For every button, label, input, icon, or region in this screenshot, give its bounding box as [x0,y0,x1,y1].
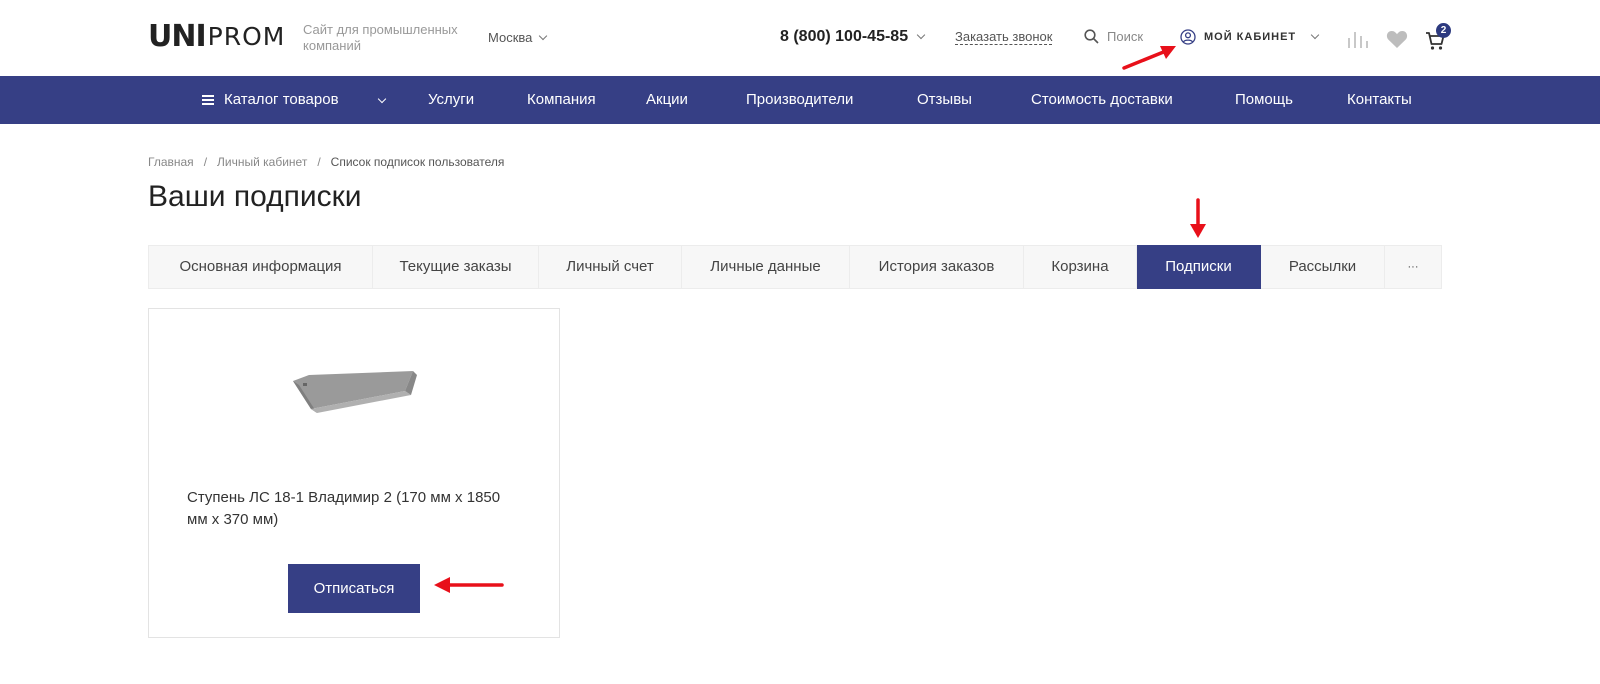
page-title: Ваши подписки [148,180,362,213]
tab-main-info[interactable]: Основная информация [149,246,373,288]
annotation-arrow-subscriptions-tab [1190,198,1206,238]
breadcrumb-separator: / [317,155,321,169]
nav-item-company[interactable]: Компания [527,76,596,124]
chevron-down-icon [1310,30,1320,40]
unsubscribe-button[interactable]: Отписаться [288,564,420,613]
tab-order-history[interactable]: История заказов [850,246,1024,288]
nav-item-contacts[interactable]: Контакты [1347,76,1412,124]
tab-subscriptions[interactable]: Подписки [1137,245,1261,289]
user-icon [1180,29,1196,45]
site-tagline: Сайт для промышленных компаний [303,22,458,53]
nav-item-help[interactable]: Помощь [1235,76,1293,124]
compare-icon[interactable] [1347,30,1369,48]
chevron-down-icon[interactable] [377,94,387,104]
heart-icon[interactable] [1386,30,1408,49]
tab-personal-account[interactable]: Личный счет [539,246,682,288]
logo-prom: PROM [207,22,286,51]
chevron-down-icon [539,31,548,40]
main-nav: Каталог товаров Услуги Компания Акции Пр… [0,76,1600,124]
breadcrumb-current: Список подписок пользователя [330,155,505,169]
cabinet-tabs: Основная информация Текущие заказы Личны… [148,245,1442,289]
tab-current-orders[interactable]: Текущие заказы [373,246,539,288]
nav-catalog[interactable]: Каталог товаров [202,76,339,124]
breadcrumb-separator: / [203,155,208,169]
nav-item-services[interactable]: Услуги [428,76,474,124]
nav-item-manufacturers[interactable]: Производители [746,76,853,124]
product-name[interactable]: Ступень ЛС 18-1 Владимир 2 (170 мм х 185… [187,487,507,531]
tab-mailings[interactable]: Рассылки [1261,246,1385,288]
breadcrumb-cabinet[interactable]: Личный кабинет [217,155,307,169]
nav-item-delivery-cost[interactable]: Стоимость доставки [1031,76,1173,124]
search-icon [1084,29,1099,44]
site-logo[interactable]: UNI PROM [148,20,285,54]
nav-item-reviews[interactable]: Отзывы [917,76,972,124]
my-cabinet-menu[interactable]: МОЙ КАБИНЕТ [1180,29,1320,45]
tab-cart[interactable]: Корзина [1024,246,1137,288]
menu-icon [202,95,214,105]
breadcrumb-home[interactable]: Главная [148,155,194,169]
cart-count-badge: 2 [1436,23,1451,38]
breadcrumb: Главная / Личный кабинет / Список подпис… [148,155,504,169]
annotation-arrow-cabinet [1122,46,1176,70]
cabinet-label: МОЙ КАБИНЕТ [1204,31,1297,43]
nav-item-promotions[interactable]: Акции [646,76,688,124]
phone-label: 8 (800) 100-45-85 [780,28,909,45]
city-selector[interactable]: Москва [488,30,548,45]
tab-personal-data[interactable]: Личные данные [682,246,850,288]
tab-more[interactable]: ··· [1385,246,1441,288]
phone-number[interactable]: 8 (800) 100-45-85 [780,28,926,46]
chevron-down-icon [916,30,926,40]
product-image[interactable] [289,369,419,419]
callback-link[interactable]: Заказать звонок [955,30,1053,45]
city-label: Москва [488,30,533,45]
site-header: UNI PROM Сайт для промышленных компаний … [0,0,1600,76]
annotation-arrow-unsubscribe [434,577,504,593]
logo-uni: UNI [148,19,207,54]
nav-catalog-label: Каталог товаров [224,91,339,108]
